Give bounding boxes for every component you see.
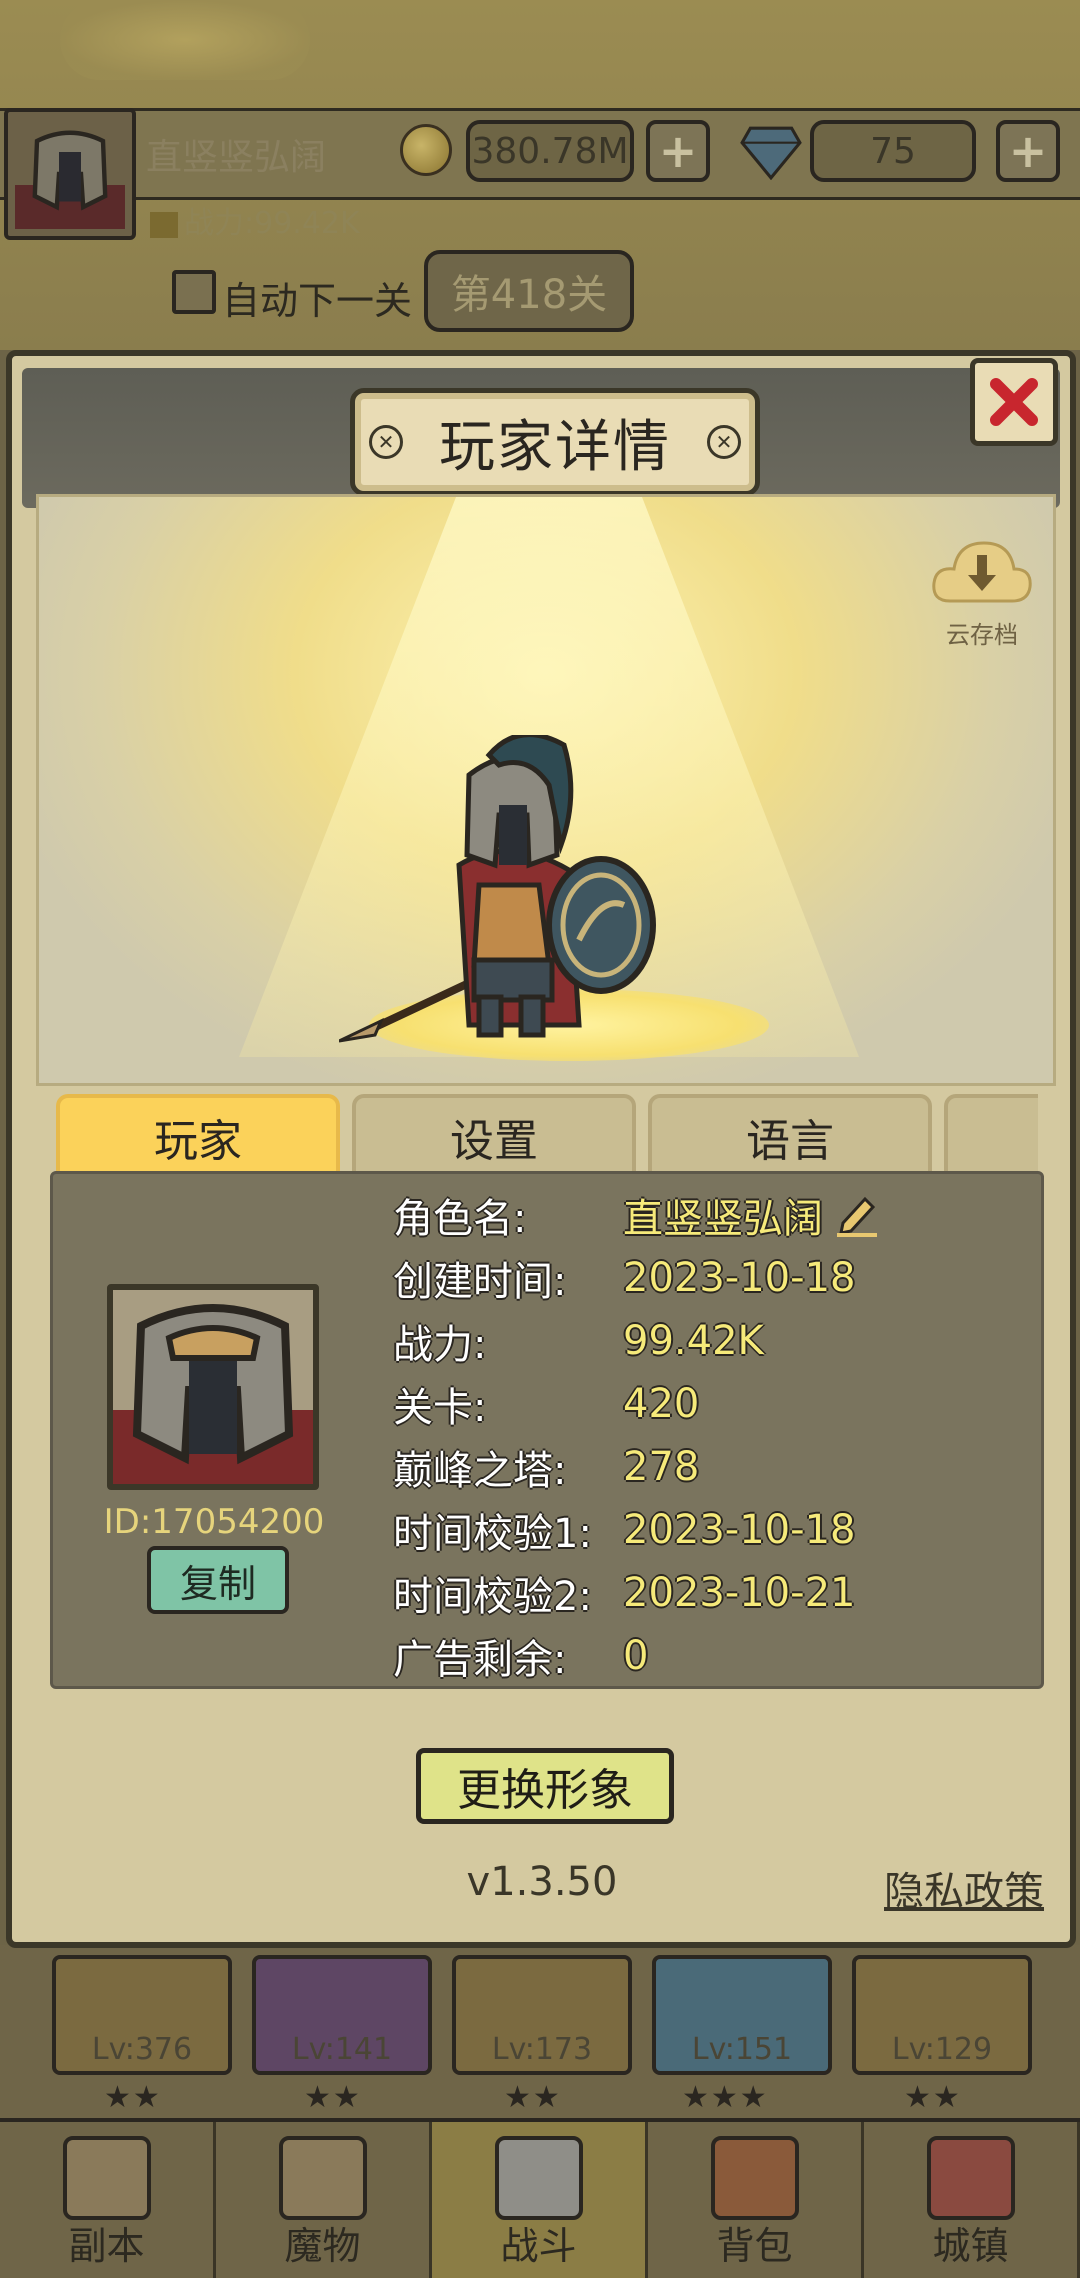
map-icon bbox=[62, 2136, 151, 2220]
close-icon bbox=[990, 378, 1038, 426]
diamond-icon bbox=[740, 126, 802, 180]
hero-stars: ★★ bbox=[904, 2080, 962, 2115]
edit-pencil-icon[interactable] bbox=[833, 1193, 881, 1237]
field-row: 战力: 99.42K bbox=[393, 1310, 764, 1372]
copy-id-button[interactable]: 复制 bbox=[147, 1546, 289, 1614]
field-row: 创建时间: 2023-10-18 bbox=[393, 1247, 855, 1309]
hero-stars: ★★ bbox=[104, 2080, 162, 2115]
detail-tabs: 玩家 设置 语言 联 bbox=[56, 1094, 1038, 1176]
field-label: 时间校验2: bbox=[393, 1574, 592, 1620]
cloud-save-label: 云存档 bbox=[946, 621, 1018, 649]
gem-amount: 75 bbox=[810, 120, 976, 182]
field-label: 广告剩余: bbox=[393, 1637, 567, 1683]
top-power: 战力:99.42K bbox=[150, 198, 360, 242]
coin-icon bbox=[400, 124, 452, 176]
tab-player[interactable]: 玩家 bbox=[56, 1094, 340, 1176]
field-row: 时间校验1: 2023-10-18 bbox=[393, 1499, 855, 1561]
nav-town[interactable]: 城镇 bbox=[864, 2122, 1080, 2278]
add-gems-button[interactable]: + bbox=[996, 120, 1060, 182]
spartan-warrior-figure bbox=[339, 735, 656, 1043]
hero-level: Lv:141 bbox=[291, 2032, 393, 2067]
crossed-swords-icon bbox=[494, 2136, 583, 2220]
character-stage: 云存档 bbox=[36, 494, 1056, 1086]
hero-level: Lv:376 bbox=[91, 2032, 193, 2067]
close-button[interactable] bbox=[970, 358, 1058, 446]
dialog-header: ✕ 玩家详情 ✕ bbox=[22, 368, 1060, 508]
field-row: 广告剩余: 0 bbox=[393, 1625, 648, 1687]
version-text: v1.3.50 bbox=[466, 1859, 618, 1905]
auto-next-label: 自动下一关 bbox=[222, 279, 413, 323]
field-label: 创建时间: bbox=[393, 1259, 567, 1305]
field-row: 关卡: 420 bbox=[393, 1373, 699, 1435]
change-avatar-button[interactable]: 更换形象 bbox=[416, 1748, 674, 1824]
hero-card[interactable]: Lv:376 bbox=[52, 1955, 232, 2075]
tab-settings[interactable]: 设置 bbox=[352, 1094, 636, 1176]
hero-level: Lv:151 bbox=[691, 2032, 793, 2067]
field-row: 角色名: 直竖竖弘阔 bbox=[393, 1184, 881, 1246]
helmet-avatar-icon bbox=[113, 1304, 313, 1484]
nav-backpack[interactable]: 背包 bbox=[648, 2122, 864, 2278]
field-label: 巅峰之塔: bbox=[393, 1448, 567, 1494]
field-value: 420 bbox=[623, 1381, 700, 1427]
field-value: 278 bbox=[623, 1444, 700, 1490]
nav-label: 副本 bbox=[68, 2224, 145, 2268]
cloud-download-icon bbox=[932, 541, 1032, 603]
nav-label: 魔物 bbox=[284, 2224, 361, 2268]
top-player-name: 直竖竖弘阔 bbox=[146, 137, 327, 178]
cloud-save-button[interactable]: 云存档 bbox=[927, 531, 1037, 650]
hero-stars: ★★★ bbox=[682, 2080, 769, 2115]
field-value: 2023-10-18 bbox=[623, 1507, 856, 1553]
nav-dungeon[interactable]: 副本 bbox=[0, 2122, 216, 2278]
player-avatar bbox=[107, 1284, 319, 1490]
screw-icon: ✕ bbox=[707, 425, 741, 459]
privacy-policy-link[interactable]: 隐私政策 bbox=[884, 1859, 1044, 1917]
hero-level: Lv:173 bbox=[491, 2032, 593, 2067]
add-coins-button[interactable]: + bbox=[646, 120, 710, 182]
auto-next-checkbox[interactable] bbox=[172, 270, 216, 314]
field-label: 关卡: bbox=[393, 1385, 487, 1431]
top-power-text: 战力:99.42K bbox=[184, 206, 360, 241]
dialog-title: 玩家详情 bbox=[439, 414, 671, 480]
stage-indicator[interactable]: 第418关 bbox=[424, 250, 634, 332]
tab-language[interactable]: 语言 bbox=[648, 1094, 932, 1176]
field-value: 0 bbox=[623, 1633, 649, 1679]
screw-icon: ✕ bbox=[369, 425, 403, 459]
field-label: 角色名: bbox=[393, 1196, 527, 1242]
nav-label: 背包 bbox=[716, 2224, 793, 2268]
field-value: 2023-10-21 bbox=[623, 1570, 856, 1616]
nav-monsters[interactable]: 魔物 bbox=[216, 2122, 432, 2278]
tab-contact[interactable]: 联 bbox=[944, 1094, 1038, 1176]
field-label: 时间校验1: bbox=[393, 1511, 592, 1557]
field-value: 99.42K bbox=[623, 1318, 764, 1364]
field-label: 战力: bbox=[393, 1322, 487, 1368]
nav-label: 城镇 bbox=[932, 2224, 1009, 2268]
nav-battle[interactable]: 战斗 bbox=[432, 2122, 648, 2278]
player-details-dialog: ✕ 玩家详情 ✕ 云存档 玩家 设置 语言 ID:17054200 复制 角色名… bbox=[6, 350, 1076, 1948]
player-info-panel: ID:17054200 复制 角色名: 直竖竖弘阔 创建时间: 2023-10-1… bbox=[50, 1171, 1044, 1689]
field-row: 时间校验2: 2023-10-21 bbox=[393, 1562, 855, 1624]
field-value-name: 直竖竖弘阔 bbox=[623, 1196, 823, 1242]
player-id: ID:17054200 bbox=[103, 1502, 325, 1542]
hero-card[interactable]: Lv:151 bbox=[652, 1955, 832, 2075]
game-logo bbox=[60, 0, 310, 80]
helmet-avatar-icon bbox=[15, 130, 125, 229]
hero-card[interactable]: Lv:173 bbox=[452, 1955, 632, 2075]
shop-icon bbox=[926, 2136, 1015, 2220]
monster-icon bbox=[278, 2136, 367, 2220]
hero-stars: ★★ bbox=[504, 2080, 562, 2115]
player-avatar-top[interactable] bbox=[4, 108, 136, 240]
title-plate: ✕ 玩家详情 ✕ bbox=[350, 388, 760, 496]
bottom-nav: 副本 魔物 战斗 背包 城镇 bbox=[0, 2118, 1080, 2278]
hero-card[interactable]: Lv:141 bbox=[252, 1955, 432, 2075]
nav-label: 战斗 bbox=[500, 2224, 577, 2268]
coin-amount: 380.78M bbox=[466, 120, 634, 182]
power-icon bbox=[150, 211, 178, 238]
hero-level: Lv:129 bbox=[891, 2032, 993, 2067]
hero-stars: ★★ bbox=[304, 2080, 362, 2115]
field-row: 巅峰之塔: 278 bbox=[393, 1436, 699, 1498]
backpack-icon bbox=[710, 2136, 799, 2220]
hero-card[interactable]: Lv:129 bbox=[852, 1955, 1032, 2075]
field-value: 2023-10-18 bbox=[623, 1255, 856, 1301]
